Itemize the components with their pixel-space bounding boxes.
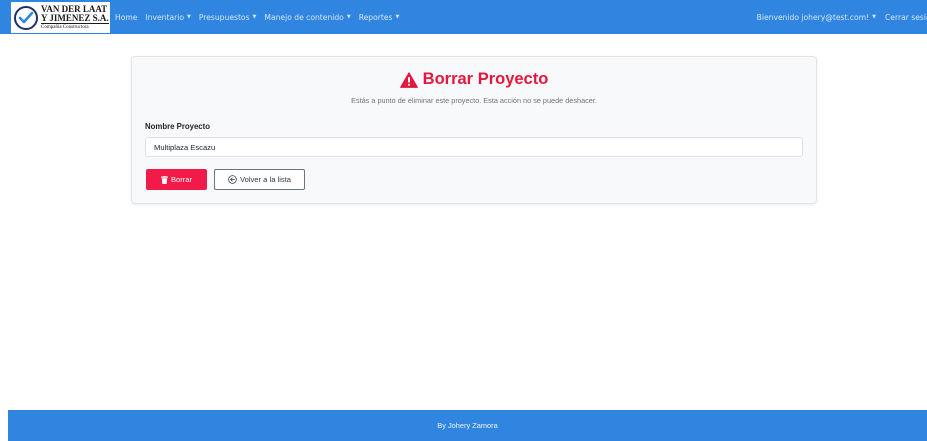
logo-accent-bar bbox=[8, 2, 11, 33]
brand-logo[interactable]: VAN DER LAAT Y JIMENEZ S.A. Compañía Con… bbox=[8, 2, 110, 33]
nav-item-label: Inventario bbox=[145, 12, 184, 22]
warning-message: Estás a punto de eliminar este proyecto.… bbox=[351, 96, 597, 105]
user-menu[interactable]: Bienvenido johery@test.com! ▼ bbox=[757, 13, 876, 22]
trash-icon bbox=[160, 175, 168, 184]
logout-label: Cerrar sesión bbox=[885, 12, 927, 22]
caret-down-icon: ▼ bbox=[252, 14, 257, 20]
nav-user-area: Bienvenido johery@test.com! ▼ Cerrar ses… bbox=[748, 0, 927, 34]
delete-button[interactable]: Borrar bbox=[146, 169, 207, 190]
card-header: Borrar Proyecto bbox=[132, 70, 816, 89]
nav-item-label: Presupuestos bbox=[198, 12, 250, 22]
nav-item-label: Home bbox=[115, 12, 138, 22]
caret-down-icon: ▼ bbox=[395, 14, 400, 20]
nav-item-label: Manejo de contenido bbox=[264, 12, 344, 22]
logo-line-3: Compañía Constructora bbox=[41, 22, 109, 31]
logo-text: VAN DER LAAT Y JIMENEZ S.A. Compañía Con… bbox=[41, 4, 109, 31]
caret-down-icon: ▼ bbox=[186, 14, 191, 20]
arrow-left-circle-icon bbox=[228, 175, 237, 184]
nav-item-manejo-contenido[interactable]: Manejo de contenido ▼ bbox=[264, 13, 350, 22]
navbar: VAN DER LAAT Y JIMENEZ S.A. Compañía Con… bbox=[0, 0, 927, 34]
footer: By Johery Zamora bbox=[8, 410, 927, 441]
project-name-value: Multiplaza Escazu bbox=[154, 142, 216, 152]
page-title: Borrar Proyecto bbox=[422, 70, 549, 88]
back-button-label: Volver a la lista bbox=[239, 175, 292, 184]
footer-credit: By Johery Zamora bbox=[437, 421, 498, 430]
logo-line-2: Y JIMENEZ S.A. bbox=[41, 12, 109, 23]
nav-item-presupuestos[interactable]: Presupuestos ▼ bbox=[199, 13, 257, 22]
nav-menu: Home Inventario ▼ Presupuestos ▼ Manejo … bbox=[115, 0, 407, 34]
nav-item-inventario[interactable]: Inventario ▼ bbox=[145, 13, 190, 22]
delete-project-card: Borrar Proyecto Estás a punto de elimina… bbox=[131, 56, 817, 204]
nav-item-label: Reportes bbox=[358, 12, 393, 22]
caret-down-icon: ▼ bbox=[346, 14, 351, 20]
check-circle-icon bbox=[14, 5, 38, 30]
warning-triangle-icon bbox=[399, 71, 418, 88]
project-name-field[interactable]: Multiplaza Escazu bbox=[145, 137, 803, 157]
nav-item-reportes[interactable]: Reportes ▼ bbox=[359, 13, 400, 22]
back-to-list-button[interactable]: Volver a la lista bbox=[214, 169, 305, 190]
nav-item-home[interactable]: Home bbox=[115, 13, 137, 22]
user-welcome-label: Bienvenido johery@test.com! bbox=[756, 12, 870, 22]
logout-link[interactable]: Cerrar sesión bbox=[885, 13, 927, 22]
caret-down-icon: ▼ bbox=[872, 14, 876, 20]
delete-button-label: Borrar bbox=[170, 175, 193, 184]
project-name-label: Nombre Proyecto bbox=[145, 122, 210, 131]
